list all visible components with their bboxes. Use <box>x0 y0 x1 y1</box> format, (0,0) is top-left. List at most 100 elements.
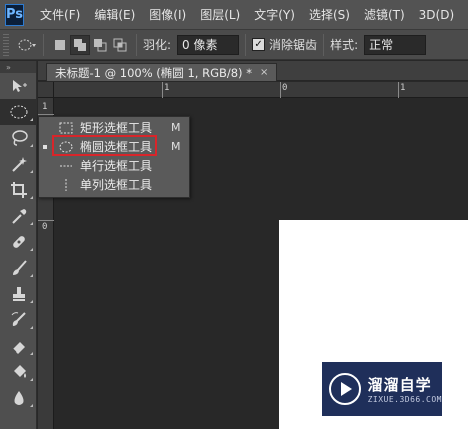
ellipse-marquee-tool[interactable] <box>0 99 37 125</box>
eraser-tool[interactable] <box>0 333 37 359</box>
watermark-title: 溜溜自学 <box>367 376 432 394</box>
marquee-tools-flyout: 矩形选框工具 M 椭圆选框工具 M 单行选框工具 单列选框工具 <box>38 116 190 198</box>
single-column-marquee-icon <box>65 178 67 191</box>
horizontal-ruler[interactable]: 1 0 1 <box>54 82 468 98</box>
antialias-checkbox[interactable]: ✓ <box>252 38 266 51</box>
brush-tool[interactable] <box>0 255 37 281</box>
style-select[interactable]: 正常 <box>364 34 427 55</box>
crop-tool[interactable] <box>0 177 37 203</box>
intersect-selection-button[interactable] <box>110 35 130 55</box>
eyedropper-tool[interactable] <box>0 203 37 229</box>
ruler-label: 1 <box>164 83 170 93</box>
blur-icon <box>14 391 23 405</box>
healing-brush-tool[interactable] <box>0 229 37 255</box>
clone-stamp-tool[interactable] <box>0 281 37 307</box>
ruler-label: 1 <box>400 83 406 93</box>
intersect-selection-icon <box>113 38 127 51</box>
stamp-icon <box>12 287 25 301</box>
lasso-tool[interactable] <box>0 125 37 151</box>
submenu-indicator <box>30 222 33 225</box>
paint-bucket-tool[interactable] <box>0 359 37 385</box>
brush-icon <box>12 260 27 275</box>
submenu-indicator <box>30 378 33 381</box>
submenu-indicator <box>30 196 33 199</box>
subtract-selection-button[interactable] <box>90 35 110 55</box>
submenu-indicator <box>30 326 33 329</box>
feather-label: 羽化: <box>143 38 172 52</box>
rect-marquee-icon <box>59 122 73 133</box>
ruler-label: 0 <box>282 83 288 93</box>
add-to-selection-button[interactable] <box>70 34 90 55</box>
document-tab-title: 未标题-1 @ 100% (椭圆 1, RGB/8) * <box>55 65 252 80</box>
submenu-indicator <box>30 274 33 277</box>
ruler-tick <box>38 220 54 221</box>
new-selection-button[interactable] <box>50 35 70 55</box>
submenu-indicator <box>30 170 33 173</box>
menu-3d[interactable]: 3D(D) <box>419 8 454 22</box>
flyout-item-rect-marquee[interactable]: 矩形选框工具 M <box>39 119 189 136</box>
watermark-text: 溜溜自学 ZIXUE.3D66.COM <box>368 374 442 404</box>
menu-filter[interactable]: 滤镜(T) <box>364 6 405 23</box>
flyout-item-shortcut: M <box>171 140 181 153</box>
history-brush-tool[interactable] <box>0 307 37 333</box>
separator <box>136 33 137 56</box>
eraser-icon <box>12 342 25 354</box>
separator <box>245 33 247 56</box>
document-tab[interactable]: 未标题-1 @ 100% (椭圆 1, RGB/8) * × <box>46 63 278 81</box>
submenu-indicator <box>30 144 33 147</box>
menu-type[interactable]: 文字(Y) <box>254 6 295 23</box>
flyout-item-label: 单行选框工具 <box>80 159 153 173</box>
eyedropper-icon <box>11 209 26 224</box>
subtract-selection-icon <box>94 38 107 51</box>
watermark-play-logo-icon <box>329 373 361 405</box>
magic-wand-tool[interactable] <box>0 151 37 177</box>
separator <box>323 33 325 56</box>
move-icon <box>12 80 27 92</box>
flyout-item-single-column-marquee[interactable]: 单列选框工具 <box>39 176 189 193</box>
photoshop-logo: Ps <box>5 3 25 26</box>
close-icon[interactable]: × <box>260 67 268 78</box>
add-selection-icon <box>74 38 86 51</box>
submenu-indicator <box>30 118 33 121</box>
bandage-icon <box>12 236 25 248</box>
menu-image[interactable]: 图像(I) <box>149 6 186 23</box>
menu-edit[interactable]: 编辑(E) <box>94 6 135 23</box>
flyout-item-single-row-marquee[interactable]: 单行选框工具 <box>39 157 189 174</box>
submenu-indicator <box>30 404 33 407</box>
options-grip[interactable] <box>3 33 9 56</box>
separator <box>43 33 44 56</box>
antialias-label: 消除锯齿 <box>269 38 318 52</box>
toolbox-collapse-icon[interactable]: » <box>0 61 36 73</box>
paint-bucket-icon <box>13 365 26 378</box>
ruler-label: 1 <box>42 102 48 112</box>
submenu-indicator <box>30 248 33 251</box>
menu-bar: Ps 文件(F) 编辑(E) 图像(I) 图层(L) 文字(Y) 选择(S) 滤… <box>0 0 468 30</box>
move-tool[interactable] <box>0 73 37 99</box>
flyout-item-label: 单列选框工具 <box>80 178 153 192</box>
lasso-icon <box>11 130 28 146</box>
watermark-subtitle: ZIXUE.3D66.COM <box>367 395 442 404</box>
single-row-marquee-icon <box>60 165 72 166</box>
feather-input[interactable]: 0 像素 <box>177 34 240 55</box>
magic-wand-icon <box>11 157 27 172</box>
crop-icon <box>10 182 27 198</box>
toolbox: » <box>0 61 37 429</box>
submenu-indicator <box>30 300 33 303</box>
style-label: 样式: <box>330 38 359 52</box>
ellipse-marquee-icon <box>10 105 27 119</box>
ruler-corner[interactable] <box>38 82 54 98</box>
flyout-item-label: 矩形选框工具 <box>80 121 153 135</box>
ruler-label: 0 <box>42 222 48 232</box>
ruler-tick <box>162 82 163 98</box>
tool-preset-picker[interactable] <box>17 35 37 55</box>
menu-file[interactable]: 文件(F) <box>40 6 80 23</box>
options-bar: 羽化: 0 像素 ✓ 消除锯齿 样式: 正常 <box>0 30 468 60</box>
document-tab-bar: 未标题-1 @ 100% (椭圆 1, RGB/8) * × <box>38 61 468 81</box>
menu-select[interactable]: 选择(S) <box>309 6 350 23</box>
ruler-tick <box>38 114 54 115</box>
new-selection-icon <box>55 39 65 50</box>
active-tool-marker <box>43 144 47 149</box>
blur-tool[interactable] <box>0 385 37 411</box>
menu-layer[interactable]: 图层(L) <box>200 6 240 23</box>
ellipse-preset-icon <box>18 39 36 50</box>
